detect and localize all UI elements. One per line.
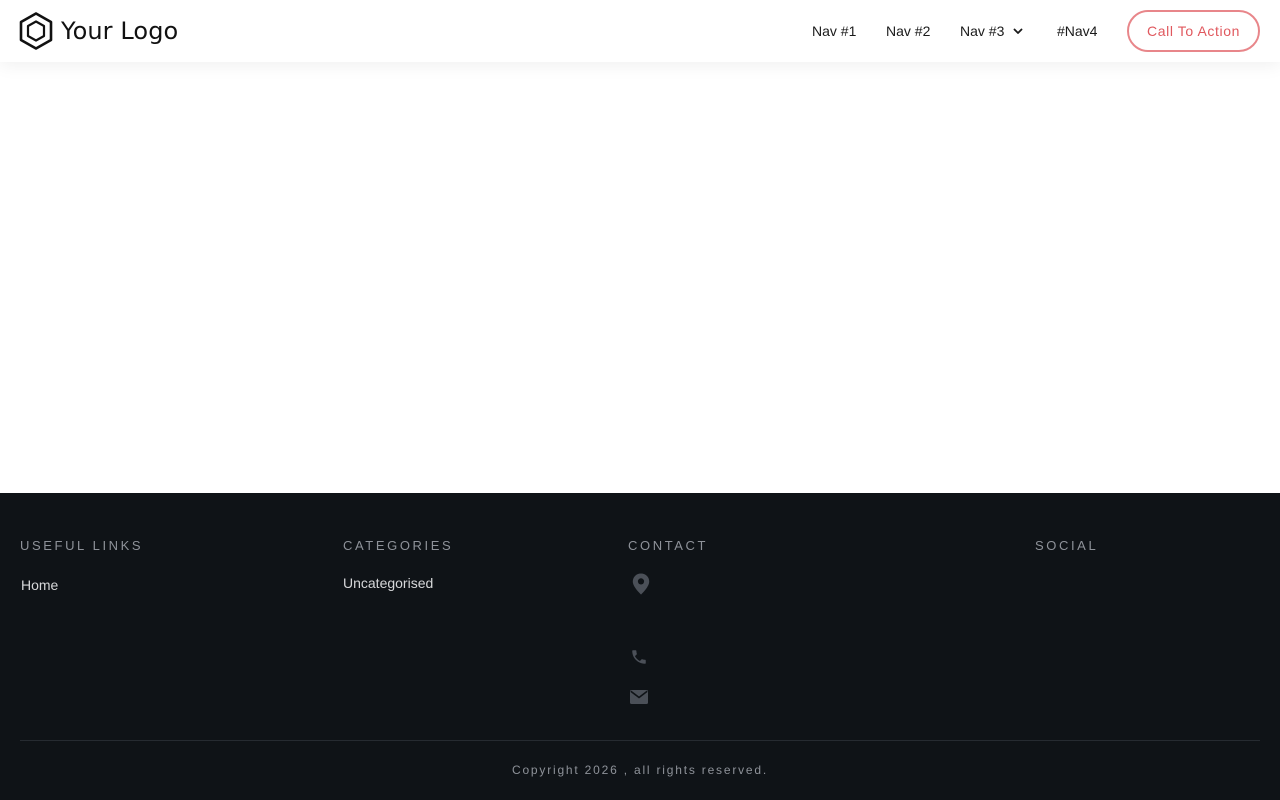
categories-heading: CATEGORIES: [343, 538, 454, 553]
footer-divider: [20, 740, 1260, 741]
map-pin-icon: [632, 573, 650, 595]
site-footer: USEFUL LINKS Home CATEGORIES Uncategoris…: [0, 493, 1280, 800]
nav-item-3-label: Nav #3: [960, 23, 1005, 39]
logo-text: Your Logo: [61, 17, 179, 45]
nav-item-3[interactable]: Nav #3: [960, 22, 1024, 40]
phone-icon: [632, 650, 646, 664]
social-heading: SOCIAL: [1035, 538, 1099, 553]
main-content: [0, 62, 1280, 493]
category-link-uncategorised[interactable]: Uncategorised: [343, 575, 433, 591]
nav-item-1[interactable]: Nav #1: [812, 22, 856, 40]
useful-links-heading: USEFUL LINKS: [20, 538, 144, 553]
site-header: Your Logo Nav #1 Nav #2 Nav #3 #Nav4 Cal…: [0, 0, 1280, 62]
footer-link-home[interactable]: Home: [21, 577, 58, 593]
nav-item-4[interactable]: #Nav4: [1057, 22, 1097, 40]
nav-item-2[interactable]: Nav #2: [886, 22, 930, 40]
chevron-down-icon: [1013, 28, 1023, 34]
hexagon-logo-icon: [19, 12, 53, 50]
envelope-icon: [630, 690, 648, 704]
call-to-action-button[interactable]: Call To Action: [1127, 10, 1260, 52]
copyright-text: Copyright 2026 , all rights reserved.: [511, 763, 769, 777]
logo-link[interactable]: Your Logo: [19, 12, 178, 50]
contact-heading: CONTACT: [628, 538, 709, 553]
